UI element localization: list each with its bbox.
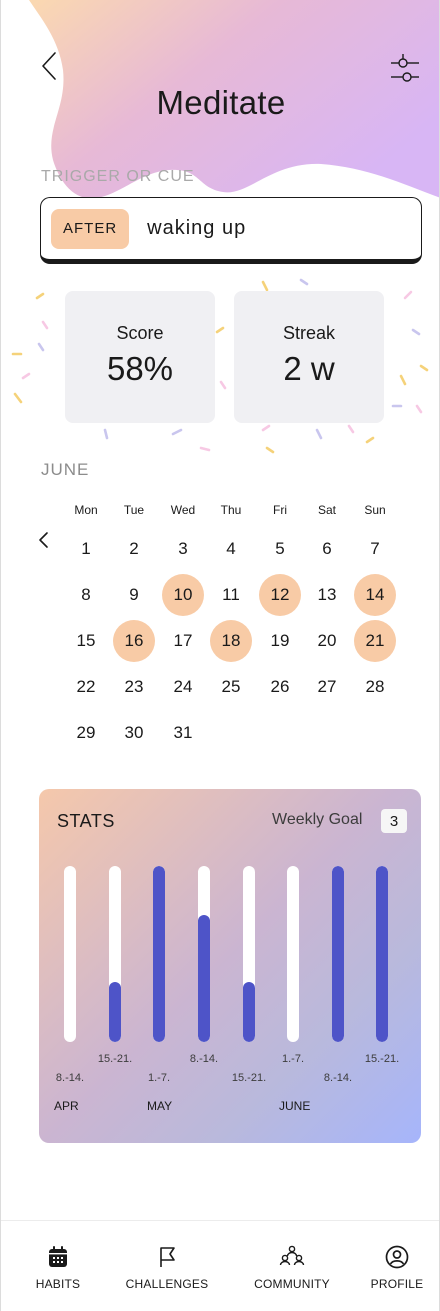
calendar-day[interactable]: 9 xyxy=(113,574,155,616)
calendar-day[interactable]: 4 xyxy=(210,528,252,570)
calendar-day[interactable]: 27 xyxy=(306,666,348,708)
stats-week-label: 15.-21. xyxy=(97,1053,133,1065)
nav-item-label: HABITS xyxy=(35,1277,81,1291)
stats-bar-track xyxy=(287,866,299,1042)
weekday-label: Fri xyxy=(273,503,287,517)
stats-title: STATS xyxy=(57,811,115,831)
weekday-label: Mon xyxy=(74,503,98,517)
calendar-day[interactable]: 5 xyxy=(259,528,301,570)
calendar-day[interactable]: 10 xyxy=(162,574,204,616)
community-icon xyxy=(242,1243,342,1271)
score-card: Score 58% xyxy=(65,291,215,423)
nav-item-habits[interactable]: HABITS xyxy=(8,1243,108,1291)
bottom-navigation: HABITS CHALLENGES COMMUNITY PROFILE xyxy=(1,1220,439,1311)
score-label: Score xyxy=(116,323,164,343)
calendar-day[interactable]: 12 xyxy=(259,574,301,616)
weekday-label: Thu xyxy=(220,503,242,517)
stats-month-label: MAY xyxy=(147,1099,173,1113)
stats-bar-fill xyxy=(198,915,210,1042)
streak-label: Streak xyxy=(282,323,336,343)
cue-text: waking up xyxy=(147,217,247,239)
calendar-day[interactable]: 13 xyxy=(306,574,348,616)
back-button[interactable] xyxy=(35,48,63,84)
stats-week-label: 8.-14. xyxy=(323,1072,353,1084)
stats-week-label: 15.-21. xyxy=(364,1053,400,1065)
calendar-day[interactable]: 28 xyxy=(354,666,396,708)
calendar-day[interactable]: 31 xyxy=(162,712,204,754)
calendar-day[interactable]: 30 xyxy=(113,712,155,754)
stats-week-label: 1.-7. xyxy=(147,1072,171,1084)
habit-detail-screen: Meditate TRIGGER OR CUE AFTER waking up xyxy=(0,0,440,1311)
stats-bar-track xyxy=(153,866,165,1042)
profile-icon xyxy=(347,1243,439,1271)
calendar-day[interactable]: 14 xyxy=(354,574,396,616)
stats-month-label: APR xyxy=(54,1099,79,1113)
stats-week-label: 15.-21. xyxy=(231,1072,267,1084)
weekday-label: Tue xyxy=(123,503,145,517)
weekly-goal-value[interactable]: 3 xyxy=(381,809,407,833)
calendar-day[interactable]: 16 xyxy=(113,620,155,662)
calendar-day[interactable]: 15 xyxy=(65,620,107,662)
calendar-day[interactable]: 6 xyxy=(306,528,348,570)
nav-item-label: COMMUNITY xyxy=(254,1277,330,1291)
page-title: Meditate xyxy=(156,84,286,121)
calendar-day[interactable]: 2 xyxy=(113,528,155,570)
stats-card: STATS Weekly Goal 3 8.-14. 15.-21. 1.-7. 8.… xyxy=(39,789,421,1143)
cue-section-label: TRIGGER OR CUE xyxy=(41,168,195,185)
calendar-day[interactable]: 18 xyxy=(210,620,252,662)
calendar-month-label: JUNE xyxy=(41,460,90,479)
calendar-day[interactable]: 29 xyxy=(65,712,107,754)
calendar-day[interactable]: 3 xyxy=(162,528,204,570)
calendar-icon xyxy=(8,1243,108,1271)
calendar-day[interactable]: 7 xyxy=(354,528,396,570)
filter-settings-button[interactable] xyxy=(387,52,423,88)
stats-bar-fill xyxy=(376,866,388,1042)
stats-bar-track xyxy=(376,866,388,1042)
calendar-day[interactable]: 17 xyxy=(162,620,204,662)
calendar-day[interactable]: 25 xyxy=(210,666,252,708)
chevron-left-icon xyxy=(42,52,56,80)
stats-bar-fill xyxy=(153,866,165,1042)
weekly-goal-label: Weekly Goal xyxy=(272,811,363,828)
nav-item-community[interactable]: COMMUNITY xyxy=(242,1243,342,1291)
cue-timing-chip[interactable]: AFTER xyxy=(51,208,130,249)
calendar-day[interactable]: 22 xyxy=(65,666,107,708)
chevron-left-icon xyxy=(39,532,48,548)
score-value: 58% xyxy=(106,350,174,387)
stats-week-label: 8.-14. xyxy=(189,1053,219,1065)
nav-item-label: PROFILE xyxy=(370,1277,424,1291)
calendar-day[interactable]: 1 xyxy=(65,528,107,570)
weekday-label: Sat xyxy=(317,503,336,517)
stats-bar-track xyxy=(109,866,121,1042)
calendar-day[interactable]: 20 xyxy=(306,620,348,662)
calendar-prev-month-button[interactable] xyxy=(37,530,53,550)
stats-week-label: 8.-14. xyxy=(55,1072,85,1084)
stats-bar-track xyxy=(198,866,210,1042)
stats-month-label: JUNE xyxy=(279,1099,311,1113)
weekday-label: Wed xyxy=(170,503,196,517)
stats-bar-fill xyxy=(243,982,255,1042)
calendar-day[interactable]: 23 xyxy=(113,666,155,708)
streak-value: 2 w xyxy=(283,350,335,387)
flag-icon xyxy=(117,1243,217,1271)
stats-bar-fill xyxy=(332,866,344,1042)
nav-item-label: CHALLENGES xyxy=(125,1277,209,1291)
stats-bar-track xyxy=(332,866,344,1042)
calendar-day[interactable]: 8 xyxy=(65,574,107,616)
nav-item-profile[interactable]: PROFILE xyxy=(347,1243,439,1291)
stats-bar-fill xyxy=(109,982,121,1042)
stats-bar-track xyxy=(64,866,76,1042)
stats-bar-track xyxy=(243,866,255,1042)
calendar-day[interactable]: 21 xyxy=(354,620,396,662)
calendar-day[interactable]: 19 xyxy=(259,620,301,662)
calendar-day[interactable]: 26 xyxy=(259,666,301,708)
calendar-day[interactable]: 24 xyxy=(162,666,204,708)
calendar-day[interactable]: 11 xyxy=(210,574,252,616)
cue-field[interactable]: AFTER waking up xyxy=(40,197,422,264)
sliders-icon xyxy=(391,54,419,82)
weekday-label: Sun xyxy=(364,503,386,517)
nav-item-challenges[interactable]: CHALLENGES xyxy=(117,1243,217,1291)
streak-card: Streak 2 w xyxy=(234,291,384,423)
stats-week-label: 1.-7. xyxy=(281,1053,305,1065)
